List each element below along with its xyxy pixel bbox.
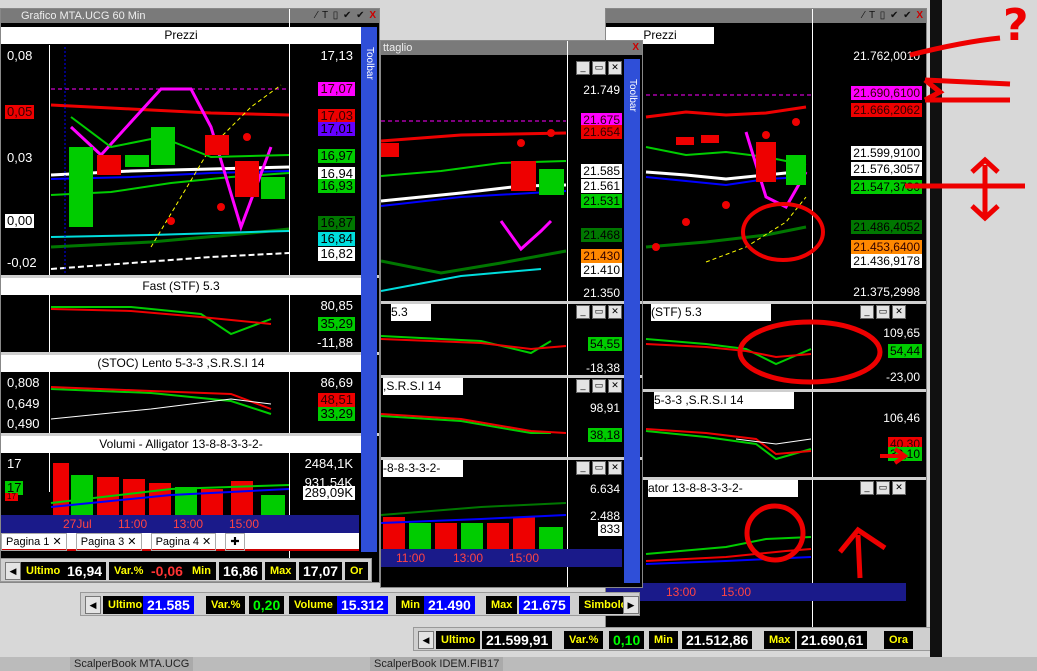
taskbar-item-scalperbook-idem[interactable]: ScalperBook IDEM.FIB17: [370, 657, 504, 671]
question-mark-annotation: ?: [1003, 0, 1029, 51]
taskbar: ScalperBook MTA.UCG ScalperBook IDEM.FIB…: [0, 657, 1037, 671]
taskbar-item-scalperbook-mta[interactable]: ScalperBook MTA.UCG: [70, 657, 194, 671]
red-annotations: [737, 35, 1025, 579]
